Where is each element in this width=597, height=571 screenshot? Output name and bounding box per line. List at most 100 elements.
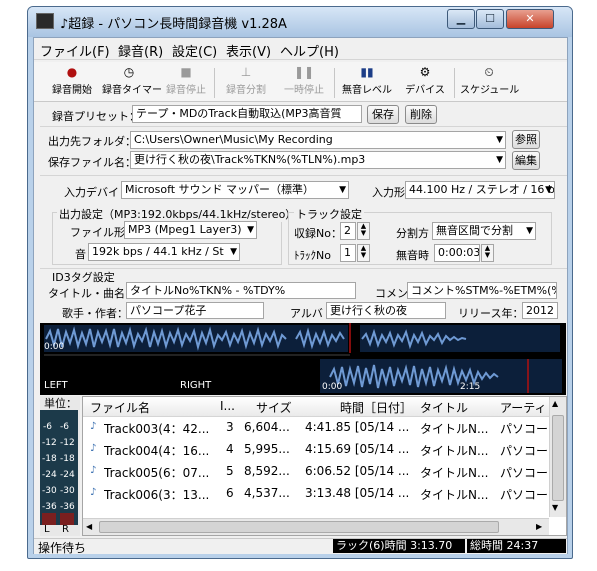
- meter-tick: -18: [60, 454, 75, 464]
- device-button[interactable]: ⚙ デバイス: [402, 66, 448, 100]
- record-timer-button[interactable]: ◷ 録音タイマー: [102, 65, 162, 100]
- pause-icon: ❚❚: [293, 65, 315, 79]
- file-format-combo[interactable]: MP3 (Mpeg1 Layer3) ▼: [124, 221, 257, 239]
- record-stop-button[interactable]: ■ 録音停止: [162, 66, 210, 100]
- pause-button[interactable]: ❚❚ 一時停止: [280, 66, 328, 100]
- row-filename: Track005(6：07...: [104, 466, 210, 480]
- silence-time-value: 0:00:03: [438, 246, 480, 259]
- browse-button[interactable]: 参照: [512, 130, 540, 149]
- wave-time-right: 0:00: [322, 382, 343, 392]
- pause-label: 一時停止: [284, 85, 324, 96]
- record-start-button[interactable]: ● 録音開始: [48, 66, 96, 100]
- meter-tick: -30: [60, 486, 75, 496]
- row-size: 8,592...: [244, 464, 290, 478]
- audio-file-icon: ♪: [90, 443, 97, 454]
- row-artist: パソコー: [500, 422, 548, 436]
- record-start-label: 録音開始: [52, 85, 92, 96]
- scroll-right-icon[interactable]: ▶: [536, 522, 542, 531]
- save-name-combo[interactable]: 更け行く秋の夜\Track%TKN%(%TLN%).mp3 ▼: [130, 151, 506, 169]
- meter-tick: -36: [42, 502, 57, 512]
- edit-name-button[interactable]: 編集: [512, 151, 540, 170]
- id3-comment-value: コメント%STM%-%ETM%(%TLN: [411, 284, 556, 297]
- split-method-combo[interactable]: 無音区間で分割 ▼: [432, 222, 536, 240]
- audio-file-icon: ♪: [90, 487, 97, 498]
- input-format-value: 44.100 Hz / ステレオ / 16 bit: [409, 183, 555, 196]
- row-title: タイトルN...: [420, 422, 489, 436]
- record-stop-label: 録音停止: [166, 85, 206, 96]
- sound-quality-combo[interactable]: 192k bps / 44.1 kHz / St ▼: [88, 243, 240, 261]
- id3-album-input[interactable]: 更け行く秋の夜: [326, 302, 446, 319]
- app-icon[interactable]: [36, 13, 54, 29]
- output-folder-value: C:\Users\Owner\Music\My Recording: [134, 133, 333, 146]
- id3-album-value: 更け行く秋の夜: [330, 304, 407, 317]
- column-header-index[interactable]: I...: [220, 399, 235, 413]
- split-method-label: 分割方: [396, 227, 429, 240]
- schedule-button[interactable]: ⏲ スケジュール: [460, 66, 520, 100]
- window-title: ♪超録 - パソコン長時間録音機 v1.28A: [60, 17, 287, 32]
- column-header-size[interactable]: サイズ: [256, 399, 292, 416]
- maximize-button[interactable]: ☐: [476, 9, 504, 29]
- record-no-spinner[interactable]: ▲ ▼: [357, 222, 370, 240]
- menu-help[interactable]: ヘルプ(H): [280, 41, 339, 60]
- menu-file[interactable]: ファイル(F): [40, 41, 110, 60]
- column-header-artist[interactable]: アーティ: [500, 399, 547, 416]
- menu-view[interactable]: 表示(V): [226, 41, 271, 60]
- id3-comment-label: コメン: [375, 287, 408, 300]
- id3-year-input[interactable]: 2012: [522, 302, 558, 319]
- horizontal-scrollbar[interactable]: ◀ ▶: [83, 518, 549, 535]
- id3-title-label: タイトル・曲名：: [48, 287, 136, 300]
- silence-level-button[interactable]: ▮▮ 無音レベル: [340, 66, 394, 100]
- wave-time-right-end: 2:15: [460, 382, 481, 392]
- id3-comment-input[interactable]: コメント%STM%-%ETM%(%TLN: [407, 282, 557, 299]
- input-device-combo[interactable]: Microsoft サウンド マッパー（標準） ▼: [121, 181, 349, 199]
- column-header-title[interactable]: タイトル: [420, 399, 468, 416]
- stop-icon: ■: [180, 65, 192, 79]
- schedule-label: スケジュール: [460, 85, 520, 96]
- id3-artist-input[interactable]: パソコープ花子: [126, 302, 264, 319]
- output-folder-combo[interactable]: C:\Users\Owner\Music\My Recording ▼: [130, 131, 506, 149]
- id3-title-input[interactable]: タイトルNo%TKN% - %TDY%: [126, 282, 356, 299]
- track-no-label: ﾄﾗｯｸNo: [294, 249, 331, 262]
- vertical-scrollbar[interactable]: ▲ ▼: [549, 397, 566, 517]
- waveform-panel[interactable]: 0:00 0:00 2:15 LEFT RIGHT: [40, 323, 566, 395]
- scroll-down-icon[interactable]: ▼: [552, 503, 558, 512]
- audio-file-icon: ♪: [90, 465, 97, 476]
- row-artist: パソコー: [500, 466, 548, 480]
- preset-delete-button[interactable]: 削除: [405, 105, 437, 124]
- row-index: 4: [226, 442, 234, 456]
- preset-combo[interactable]: テープ・MDのTrack自動取込(MP3高音質: [132, 105, 362, 123]
- menu-record[interactable]: 録音(R): [118, 41, 163, 60]
- chevron-down-icon: ▼: [247, 225, 254, 235]
- timer-icon: ◷: [123, 65, 135, 79]
- silence-time-spinner[interactable]: ▲ ▼: [481, 244, 494, 262]
- close-button[interactable]: ✕: [506, 9, 554, 29]
- id3-title: ID3タグ設定: [52, 271, 115, 284]
- save-name-label: 保存ファイル名：: [48, 156, 136, 169]
- preset-save-button[interactable]: 保存: [367, 105, 399, 124]
- split-icon: ⊥: [240, 65, 252, 79]
- meter-tick: -12: [60, 438, 75, 448]
- minimize-button[interactable]: ▁: [447, 9, 475, 29]
- scroll-up-icon[interactable]: ▲: [552, 399, 558, 408]
- list-header: [83, 397, 549, 417]
- track-no-spinner[interactable]: ▲ ▼: [357, 244, 370, 262]
- horizontal-scroll-thumb[interactable]: [99, 521, 499, 533]
- record-no-input[interactable]: 2: [340, 222, 356, 240]
- track-no-input[interactable]: 1: [340, 244, 356, 262]
- chevron-down-icon: ▼: [496, 135, 503, 145]
- input-format-combo[interactable]: 44.100 Hz / ステレオ / 16 bit ▼: [405, 181, 555, 199]
- silence-time-input[interactable]: 0:00:03: [434, 244, 480, 262]
- waveform-graphic: [44, 323, 562, 393]
- scroll-left-icon[interactable]: ◀: [86, 522, 92, 531]
- input-device-label: 入力デバイ: [64, 186, 119, 199]
- device-icon: ⚙: [419, 65, 431, 79]
- vertical-scroll-thumb[interactable]: [552, 415, 564, 501]
- record-split-button[interactable]: ⊥ 録音分割: [222, 66, 270, 100]
- column-header-time[interactable]: 時間［日付］: [340, 399, 412, 416]
- toolbar-separator: [334, 68, 335, 98]
- menu-settings[interactable]: 設定(C): [172, 41, 217, 60]
- track-time-display: ラック(6)時間 3:13.70: [333, 539, 465, 553]
- right-channel-label: RIGHT: [180, 380, 212, 391]
- column-header-filename[interactable]: ファイル名: [90, 399, 150, 416]
- id3-artist-label: 歌手・作者：: [62, 307, 128, 320]
